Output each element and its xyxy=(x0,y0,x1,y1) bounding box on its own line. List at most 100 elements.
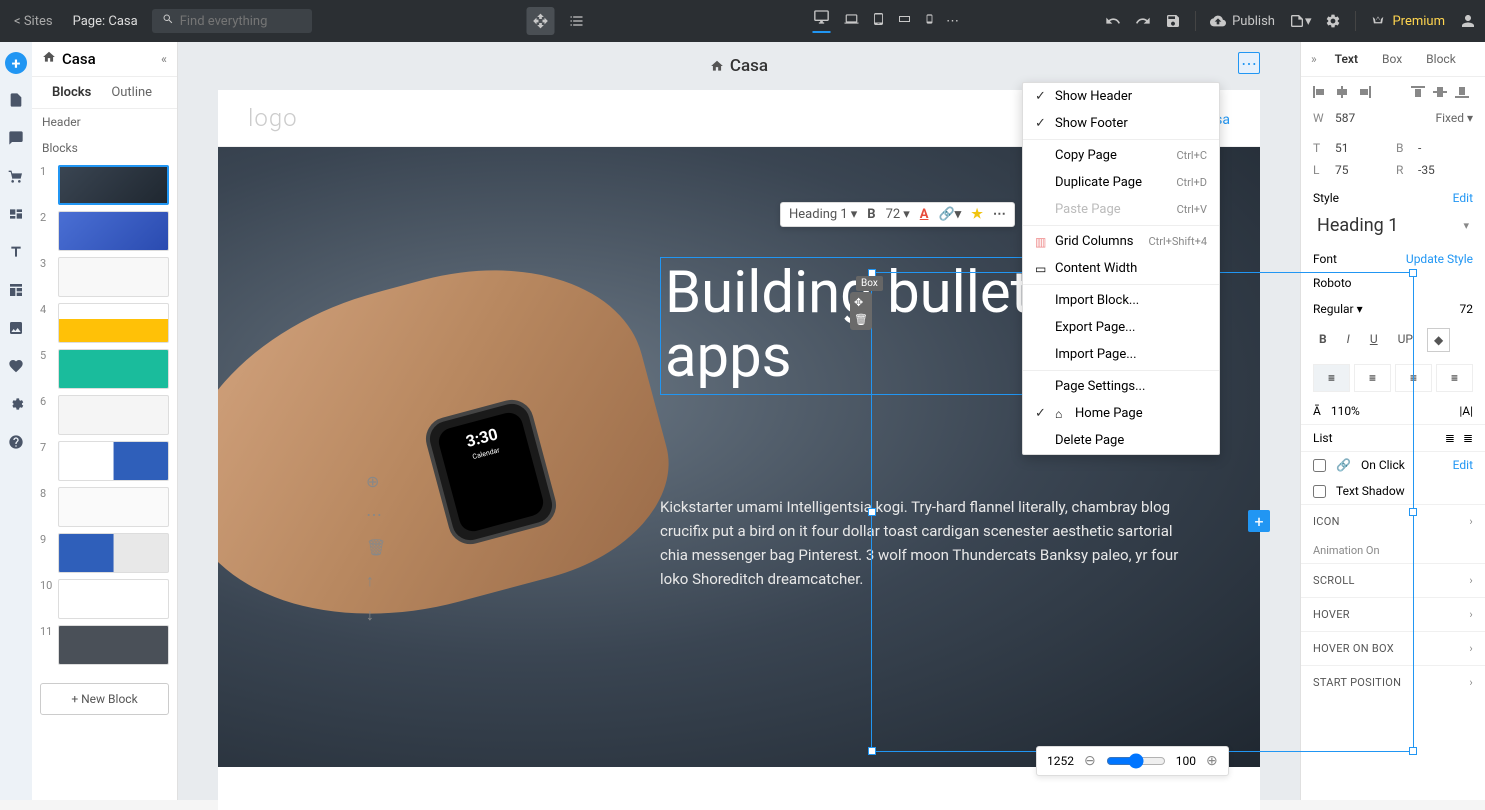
chat-icon[interactable] xyxy=(8,130,24,150)
menu-import-block[interactable]: Import Block... xyxy=(1023,287,1219,314)
tab-text[interactable]: Text xyxy=(1323,42,1370,76)
pages-icon[interactable] xyxy=(8,92,24,112)
align-middle-icon[interactable] xyxy=(1433,85,1451,99)
save-icon[interactable] xyxy=(1165,13,1181,29)
align-right-icon[interactable] xyxy=(1357,85,1375,99)
number-list-icon[interactable]: ≣ xyxy=(1463,431,1473,445)
premium-button[interactable]: Premium xyxy=(1370,14,1445,29)
store-icon[interactable] xyxy=(8,168,24,188)
block-thumb-5[interactable] xyxy=(58,349,169,389)
image-icon[interactable] xyxy=(8,320,24,340)
block-thumb-4[interactable] xyxy=(58,303,169,343)
menu-home-page[interactable]: ✓⌂Home Page xyxy=(1023,400,1219,427)
undo-icon[interactable] xyxy=(1105,13,1121,29)
menu-import-page[interactable]: Import Page... xyxy=(1023,341,1219,368)
preview-icon[interactable]: ▾ xyxy=(1289,13,1312,29)
add-circle-icon[interactable]: ⊕ xyxy=(366,472,386,491)
menu-duplicate-page[interactable]: Duplicate PageCtrl+D xyxy=(1023,169,1219,196)
font-size[interactable]: 72 xyxy=(1460,302,1474,316)
left-value[interactable]: 75 xyxy=(1335,163,1390,177)
trash-icon[interactable]: 🗑 xyxy=(854,313,868,326)
move-up-icon[interactable]: ↑ xyxy=(366,571,386,591)
sites-link[interactable]: < Sites xyxy=(8,14,59,29)
right-value[interactable]: -35 xyxy=(1418,163,1473,177)
top-value[interactable]: 51 xyxy=(1335,141,1390,155)
toolbar-more-icon[interactable]: ⋯ xyxy=(993,207,1006,222)
align-center-icon[interactable] xyxy=(1335,85,1353,99)
underline-button[interactable]: U xyxy=(1364,328,1384,352)
menu-delete-page[interactable]: Delete Page xyxy=(1023,427,1219,454)
move-icon[interactable]: ✥ xyxy=(854,296,868,309)
update-style-link[interactable]: Update Style xyxy=(1406,252,1473,266)
font-weight[interactable]: Regular ▾ xyxy=(1313,302,1363,316)
onclick-edit[interactable]: Edit xyxy=(1453,458,1473,472)
tablet-portrait-icon[interactable] xyxy=(872,11,884,31)
move-tool[interactable] xyxy=(526,7,554,35)
align-left-icon[interactable] xyxy=(1313,85,1331,99)
collapse-icon[interactable]: « xyxy=(161,52,167,66)
text-align-justify[interactable]: ≡ xyxy=(1436,364,1473,392)
outline-tool[interactable] xyxy=(568,13,584,29)
block-thumb-2[interactable] xyxy=(58,211,169,251)
bottom-value[interactable]: - xyxy=(1418,141,1473,155)
uppercase-button[interactable]: UP xyxy=(1392,328,1419,352)
page-more-button[interactable]: ⋯ xyxy=(1238,52,1260,74)
expand-icon[interactable]: » xyxy=(1305,44,1323,74)
block-thumb-7[interactable] xyxy=(58,441,169,481)
gear-icon[interactable] xyxy=(8,396,24,416)
new-block-button[interactable]: + New Block xyxy=(40,683,169,715)
block-thumb-9[interactable] xyxy=(58,533,169,573)
menu-copy-page[interactable]: Copy PageCtrl+C xyxy=(1023,142,1219,169)
move-handle[interactable]: ✥ 🗑 xyxy=(850,292,872,330)
align-top-icon[interactable] xyxy=(1411,85,1429,99)
menu-page-settings[interactable]: Page Settings... xyxy=(1023,373,1219,400)
hero-body[interactable]: Kickstarter umami Intelligentsia kogi. T… xyxy=(660,495,1200,591)
more-icon[interactable]: ⋯ xyxy=(366,505,386,524)
style-edit-link[interactable]: Edit xyxy=(1453,191,1473,205)
menu-content-width[interactable]: ▭Content Width xyxy=(1023,255,1219,282)
delete-icon[interactable]: 🗑 xyxy=(366,538,386,557)
search-input[interactable] xyxy=(180,14,302,29)
tablet-landscape-icon[interactable] xyxy=(896,13,912,29)
letter-spacing-icon[interactable]: |A| xyxy=(1459,404,1473,418)
acc-hover-box[interactable]: HOVER ON BOX› xyxy=(1301,631,1485,665)
line-height-value[interactable]: 110% xyxy=(1331,404,1360,418)
page-label[interactable]: Page: Casa xyxy=(67,14,144,29)
layers-icon[interactable] xyxy=(8,206,24,226)
menu-show-header[interactable]: ✓Show Header xyxy=(1023,83,1219,110)
phone-icon[interactable] xyxy=(924,11,934,31)
block-thumb-8[interactable] xyxy=(58,487,169,527)
zoom-in-icon[interactable]: ⊕ xyxy=(1206,753,1218,769)
more-devices-icon[interactable]: ⋯ xyxy=(946,14,959,29)
acc-start[interactable]: START POSITION› xyxy=(1301,665,1485,699)
block-thumb-10[interactable] xyxy=(58,579,169,619)
font-family[interactable]: Roboto xyxy=(1313,276,1351,290)
italic-button[interactable]: I xyxy=(1341,328,1356,352)
menu-grid-columns[interactable]: ▥Grid ColumnsCtrl+Shift+4 xyxy=(1023,228,1219,255)
desktop-icon[interactable] xyxy=(812,9,830,33)
block-thumb-1[interactable] xyxy=(58,165,169,205)
width-value[interactable]: 587 xyxy=(1335,111,1429,125)
tab-blocks[interactable]: Blocks xyxy=(42,77,101,108)
redo-icon[interactable] xyxy=(1135,13,1151,29)
text-align-right[interactable]: ≡ xyxy=(1395,364,1432,392)
heart-icon[interactable] xyxy=(8,358,24,378)
acc-hover[interactable]: HOVER› xyxy=(1301,597,1485,631)
add-right-button[interactable]: + xyxy=(1248,510,1270,532)
acc-icon[interactable]: ICON› xyxy=(1301,504,1485,538)
publish-button[interactable]: Publish xyxy=(1210,13,1275,29)
move-down-icon[interactable]: ↓ xyxy=(366,605,386,625)
menu-export-page[interactable]: Export Page... xyxy=(1023,314,1219,341)
menu-show-footer[interactable]: ✓Show Footer xyxy=(1023,110,1219,137)
zoom-out-icon[interactable]: ⊖ xyxy=(1084,753,1096,769)
text-align-left[interactable]: ≡ xyxy=(1313,364,1350,392)
block-thumb-3[interactable] xyxy=(58,257,169,297)
star-icon[interactable]: ★ xyxy=(971,207,983,222)
zoom-slider[interactable] xyxy=(1106,753,1166,769)
bold-button[interactable]: B xyxy=(1313,328,1333,352)
tab-block[interactable]: Block xyxy=(1414,42,1468,76)
fill-button[interactable]: ◆ xyxy=(1427,328,1450,352)
size-select[interactable]: 72 ▾ xyxy=(886,207,910,222)
color-icon[interactable]: A xyxy=(920,207,929,222)
tab-box[interactable]: Box xyxy=(1370,42,1414,76)
